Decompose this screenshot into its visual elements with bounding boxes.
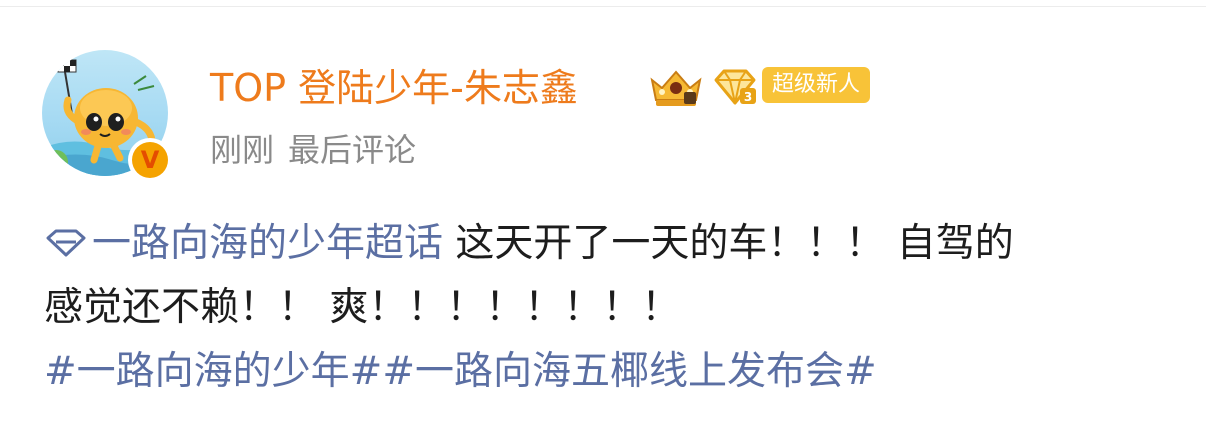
diamond-level-icon[interactable]: 3 bbox=[712, 68, 758, 106]
crown-badge-icon[interactable] bbox=[648, 66, 704, 108]
last-comment-label: 最后评论 bbox=[288, 131, 417, 169]
post-content: 一路向海的少年超话 这天开了一天的车！！！ 自驾的 感觉还不赖！！ 爽！！！！！… bbox=[44, 212, 1184, 404]
super-topic-link[interactable]: 一路向海的少年超话 bbox=[44, 221, 443, 266]
username[interactable]: TOP 登陆少年-朱志鑫 bbox=[210, 64, 578, 112]
post-text-line2: 感觉还不赖！！ 爽！！！！！！！！ bbox=[44, 285, 681, 330]
diamond-icon bbox=[46, 229, 86, 257]
super-topic-label: 一路向海的少年超话 bbox=[92, 221, 444, 266]
post-time: 刚刚 bbox=[210, 131, 275, 169]
hashtag-link[interactable]: #一路向海的少年# bbox=[44, 349, 382, 394]
verified-badge: V bbox=[128, 138, 172, 182]
post-meta: 刚刚 最后评论 bbox=[210, 130, 416, 170]
svg-text:3: 3 bbox=[744, 90, 752, 104]
hashtag-link[interactable]: #一路向海五椰线上发布会# bbox=[382, 349, 876, 394]
top-divider bbox=[0, 6, 1206, 7]
post-text-line1: 这天开了一天的车！！！ 自驾的 bbox=[443, 221, 1014, 266]
super-newcomer-badge: 超级新人 bbox=[762, 67, 871, 103]
verified-v-icon: V bbox=[132, 142, 168, 178]
